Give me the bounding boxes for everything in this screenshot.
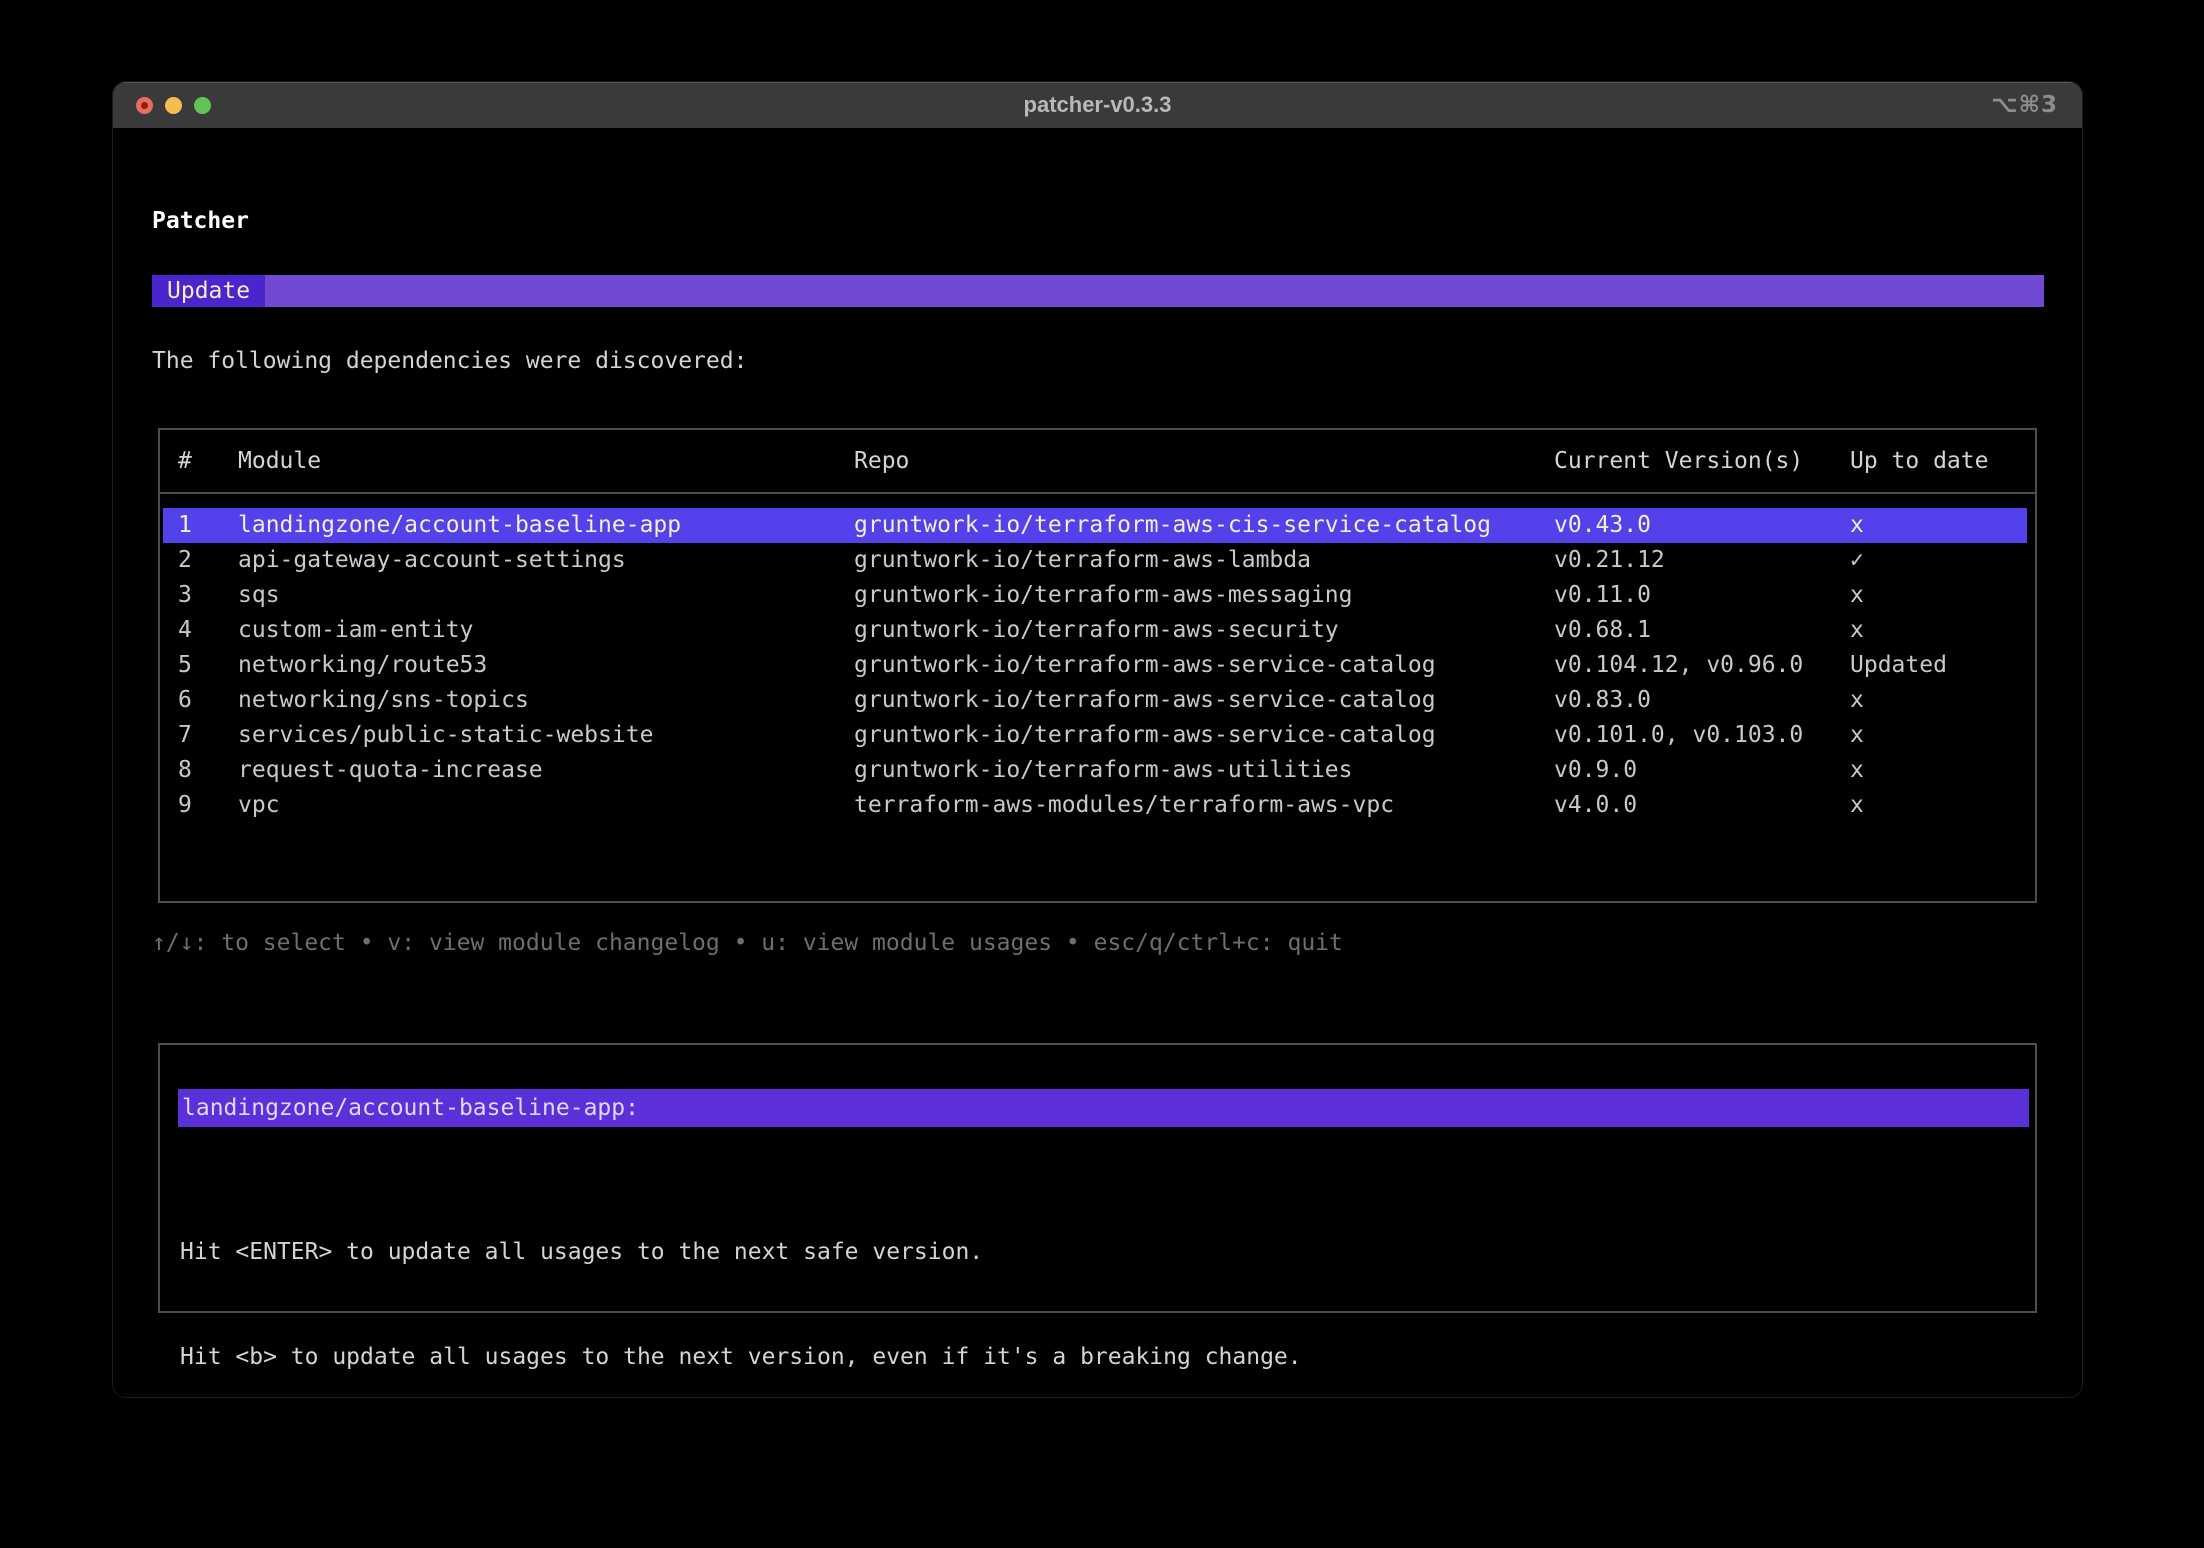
row-status: x bbox=[1850, 508, 2027, 543]
row-status: x bbox=[1850, 683, 2035, 718]
row-num: 9 bbox=[178, 788, 238, 823]
row-version: v0.43.0 bbox=[1554, 508, 1850, 543]
row-module: services/public-static-website bbox=[238, 718, 854, 753]
row-version: v0.101.0, v0.103.0 bbox=[1554, 718, 1850, 753]
row-repo: gruntwork-io/terraform-aws-messaging bbox=[854, 578, 1554, 613]
col-repo: Repo bbox=[854, 448, 1554, 474]
table-row[interactable]: 9 vpc terraform-aws-modules/terraform-aw… bbox=[160, 788, 2035, 823]
row-module: landingzone/account-baseline-app bbox=[238, 508, 854, 543]
window-shortcut-badge: ⌥⌘3 bbox=[1991, 82, 2058, 128]
row-repo: gruntwork-io/terraform-aws-service-catal… bbox=[854, 648, 1554, 683]
row-module: custom-iam-entity bbox=[238, 613, 854, 648]
tab-bar: Update bbox=[152, 275, 2044, 307]
col-num: # bbox=[178, 448, 238, 474]
keyboard-hints: ↑/↓: to select • v: view module changelo… bbox=[152, 930, 1343, 956]
close-button-icon[interactable] bbox=[136, 97, 153, 114]
row-module: networking/sns-topics bbox=[238, 683, 854, 718]
row-repo: terraform-aws-modules/terraform-aws-vpc bbox=[854, 788, 1554, 823]
zoom-button-icon[interactable] bbox=[194, 97, 211, 114]
terminal-content: Patcher Update The following dependencie… bbox=[113, 128, 2082, 1397]
traffic-lights bbox=[136, 82, 211, 128]
title-bar[interactable]: patcher-v0.3.3 ⌥⌘3 bbox=[113, 82, 2082, 128]
table-header: # Module Repo Current Version(s) Up to d… bbox=[160, 430, 2035, 494]
row-version: v0.21.12 bbox=[1554, 543, 1850, 578]
tab-update[interactable]: Update bbox=[152, 275, 265, 307]
row-version: v0.68.1 bbox=[1554, 613, 1850, 648]
row-num: 8 bbox=[178, 753, 238, 788]
intro-text: The following dependencies were discover… bbox=[152, 348, 747, 374]
table-row[interactable]: 6 networking/sns-topics gruntwork-io/ter… bbox=[160, 683, 2035, 718]
row-version: v0.104.12, v0.96.0 bbox=[1554, 648, 1850, 683]
row-status: ✓ bbox=[1850, 543, 2035, 578]
table-row[interactable]: 2 api-gateway-account-settings gruntwork… bbox=[160, 543, 2035, 578]
row-num: 3 bbox=[178, 578, 238, 613]
row-num: 4 bbox=[178, 613, 238, 648]
row-module: networking/route53 bbox=[238, 648, 854, 683]
table-row[interactable]: 7 services/public-static-website gruntwo… bbox=[160, 718, 2035, 753]
row-module: vpc bbox=[238, 788, 854, 823]
row-repo: gruntwork-io/terraform-aws-utilities bbox=[854, 753, 1554, 788]
row-repo: gruntwork-io/terraform-aws-cis-service-c… bbox=[854, 508, 1554, 543]
detail-selected-module: landingzone/account-baseline-app: bbox=[178, 1089, 2029, 1127]
row-repo: gruntwork-io/terraform-aws-lambda bbox=[854, 543, 1554, 578]
col-uptodate: Up to date bbox=[1850, 448, 2035, 474]
row-num: 6 bbox=[178, 683, 238, 718]
table-row[interactable]: 8 request-quota-increase gruntwork-io/te… bbox=[160, 753, 2035, 788]
app-heading: Patcher bbox=[152, 208, 249, 234]
row-module: request-quota-increase bbox=[238, 753, 854, 788]
col-version: Current Version(s) bbox=[1554, 448, 1850, 474]
row-num: 2 bbox=[178, 543, 238, 578]
detail-line-enter: Hit <ENTER> to update all usages to the … bbox=[180, 1235, 1302, 1270]
row-module: sqs bbox=[238, 578, 854, 613]
col-module: Module bbox=[238, 448, 854, 474]
row-version: v0.83.0 bbox=[1554, 683, 1850, 718]
row-version: v0.9.0 bbox=[1554, 753, 1850, 788]
table-row[interactable]: 1 landingzone/account-baseline-app grunt… bbox=[163, 508, 2027, 543]
row-num: 1 bbox=[178, 508, 238, 543]
row-repo: gruntwork-io/terraform-aws-service-catal… bbox=[854, 718, 1554, 753]
terminal-window: patcher-v0.3.3 ⌥⌘3 Patcher Update The fo… bbox=[113, 82, 2082, 1397]
row-num: 5 bbox=[178, 648, 238, 683]
table-row[interactable]: 4 custom-iam-entity gruntwork-io/terrafo… bbox=[160, 613, 2035, 648]
row-status: x bbox=[1850, 578, 2035, 613]
row-status: x bbox=[1850, 788, 2035, 823]
table-rows: 1 landingzone/account-baseline-app grunt… bbox=[160, 508, 2035, 823]
row-status: x bbox=[1850, 753, 2035, 788]
window-title: patcher-v0.3.3 bbox=[1024, 92, 1172, 118]
row-repo: gruntwork-io/terraform-aws-service-catal… bbox=[854, 683, 1554, 718]
row-status: Updated bbox=[1850, 648, 2035, 683]
detail-line-breaking: Hit <b> to update all usages to the next… bbox=[180, 1340, 1302, 1375]
row-status: x bbox=[1850, 613, 2035, 648]
detail-panel: landingzone/account-baseline-app: Hit <E… bbox=[158, 1043, 2037, 1313]
row-version: v0.11.0 bbox=[1554, 578, 1850, 613]
minimize-button-icon[interactable] bbox=[165, 97, 182, 114]
row-repo: gruntwork-io/terraform-aws-security bbox=[854, 613, 1554, 648]
table-row[interactable]: 5 networking/route53 gruntwork-io/terraf… bbox=[160, 648, 2035, 683]
row-num: 7 bbox=[178, 718, 238, 753]
row-module: api-gateway-account-settings bbox=[238, 543, 854, 578]
table-row[interactable]: 3 sqs gruntwork-io/terraform-aws-messagi… bbox=[160, 578, 2035, 613]
dependencies-table: # Module Repo Current Version(s) Up to d… bbox=[158, 428, 2037, 903]
row-status: x bbox=[1850, 718, 2035, 753]
row-version: v4.0.0 bbox=[1554, 788, 1850, 823]
detail-instructions: Hit <ENTER> to update all usages to the … bbox=[180, 1165, 1302, 1397]
